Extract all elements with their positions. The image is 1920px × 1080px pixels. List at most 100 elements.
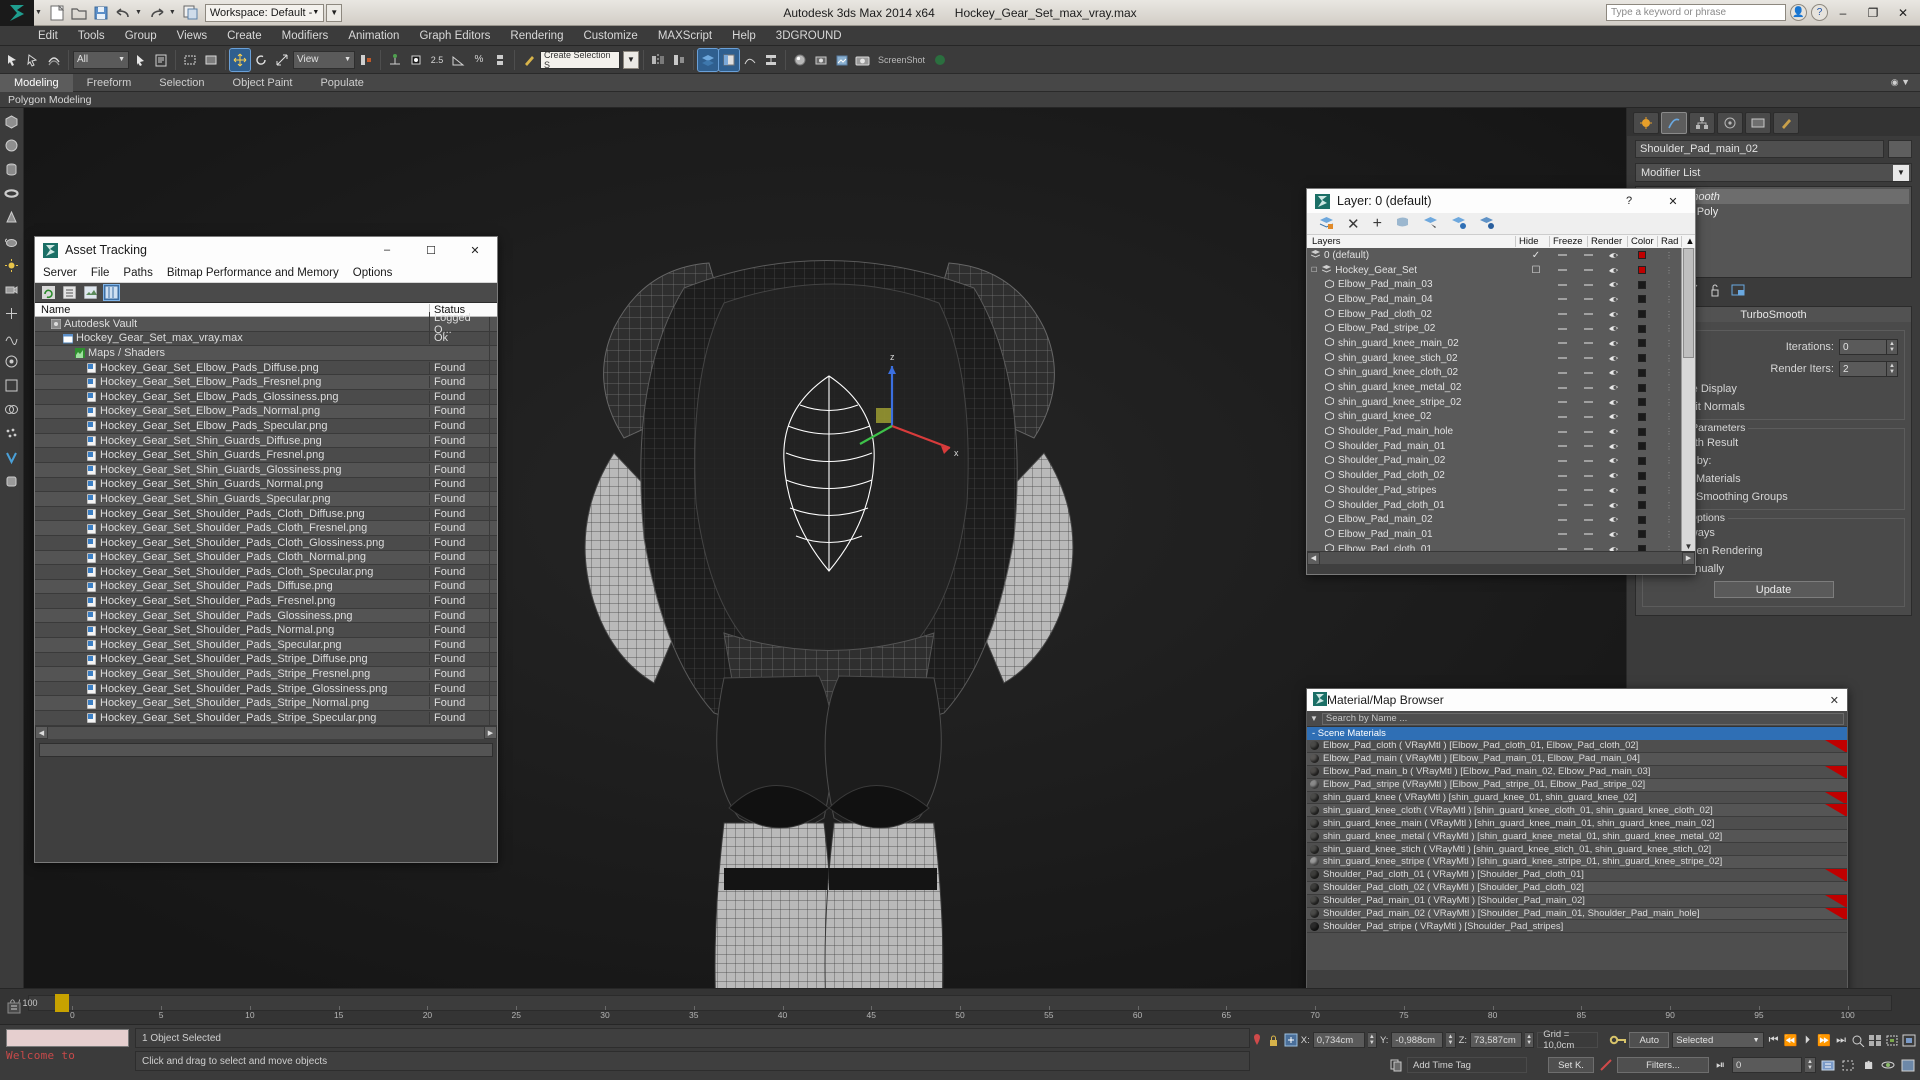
at-menu-paths[interactable]: Paths <box>123 267 152 279</box>
layer-freeze-cell[interactable] <box>1575 327 1601 330</box>
asset-tracking-window[interactable]: Asset Tracking – ☐ ✕ Server File Paths Bitm… <box>34 236 498 863</box>
y-coordinate-input[interactable]: -0,988cm <box>1391 1032 1444 1048</box>
use-pivot-center-icon[interactable] <box>356 49 376 71</box>
cylinder-primitive-icon[interactable] <box>3 160 21 178</box>
window-crossing-icon[interactable] <box>201 49 221 71</box>
layer-freeze-cell[interactable] <box>1575 430 1601 433</box>
go-to-end-icon[interactable]: ⏭ <box>1834 1032 1848 1048</box>
layer-color-cell[interactable] <box>1627 368 1657 377</box>
layer-hide-cell[interactable] <box>1549 415 1575 418</box>
asset-row[interactable]: Hockey_Gear_Set_Shoulder_Pads_Cloth_Norm… <box>35 550 497 566</box>
shapes-icon[interactable] <box>3 376 21 394</box>
add-time-tag-label[interactable]: Add Time Tag <box>1407 1057 1527 1073</box>
asset-tracking-close[interactable]: ✕ <box>453 237 497 263</box>
layer-row[interactable]: ☐ Hockey_Gear_Set ☐ ⋮ <box>1307 263 1681 278</box>
layer-color-swatch[interactable] <box>1638 515 1646 524</box>
layer-hide-cell[interactable] <box>1549 342 1575 345</box>
torus-primitive-icon[interactable] <box>3 184 21 202</box>
rendered-frame-window-icon[interactable] <box>832 49 852 71</box>
asset-row[interactable]: Hockey_Gear_Set_Shoulder_Pads_Stripe_Dif… <box>35 652 497 668</box>
layer-render-cell[interactable] <box>1601 280 1627 289</box>
schematic-view-icon[interactable] <box>761 49 781 71</box>
scene-explorer-icon[interactable] <box>718 47 740 72</box>
key-filters-button[interactable]: Filters... <box>1617 1057 1709 1073</box>
layer-color-swatch[interactable] <box>1638 310 1646 319</box>
layer-render-cell[interactable] <box>1601 310 1627 319</box>
layer-freeze-cell[interactable] <box>1575 504 1601 507</box>
asset-row[interactable]: Hockey_Gear_Set_Shoulder_Pads_Diffuse.pn… <box>35 579 497 595</box>
layer-color-cell[interactable] <box>1627 530 1657 539</box>
layer-render-cell[interactable] <box>1601 456 1627 465</box>
layer-color-cell[interactable] <box>1627 383 1657 392</box>
create-new-layer-icon[interactable] <box>1319 215 1334 232</box>
layer-radiosity-cell[interactable]: ⋮ <box>1657 501 1681 510</box>
layer-color-swatch[interactable] <box>1638 545 1646 551</box>
asset-tracking-minimize[interactable]: – <box>365 237 409 263</box>
asset-row[interactable]: Hockey_Gear_Set_Elbow_Pads_Glossiness.pn… <box>35 389 497 405</box>
layer-color-swatch[interactable] <box>1638 383 1646 392</box>
at-menu-server[interactable]: Server <box>43 267 77 279</box>
select-highlighted-icon[interactable] <box>1423 215 1438 232</box>
layer-radiosity-cell[interactable]: ⋮ <box>1657 339 1681 348</box>
menu-item-views[interactable]: Views <box>167 26 217 46</box>
layer-row[interactable]: Elbow_Pad_main_04 ⋮ <box>1307 292 1681 307</box>
asset-row[interactable]: Hockey_Gear_Set_Shoulder_Pads_Cloth_Spec… <box>35 565 497 580</box>
material-editor-icon[interactable] <box>790 49 810 71</box>
screenshot-icon[interactable] <box>853 49 873 71</box>
layer-radiosity-cell[interactable]: ⋮ <box>1657 324 1681 333</box>
layer-col-freeze[interactable]: Freeze <box>1549 236 1587 247</box>
ribbon-tab-object-paint[interactable]: Object Paint <box>219 74 307 92</box>
layer-radiosity-cell[interactable]: ⋮ <box>1657 398 1681 407</box>
tab-modify[interactable] <box>1661 112 1687 134</box>
thumbnail-view-icon[interactable] <box>83 285 98 300</box>
at-menu-bitmap-performance-and-memory[interactable]: Bitmap Performance and Memory <box>167 267 339 279</box>
layer-render-cell[interactable] <box>1601 383 1627 392</box>
layer-row[interactable]: Elbow_Pad_main_01 ⋮ <box>1307 527 1681 542</box>
at-menu-file[interactable]: File <box>91 267 110 279</box>
orbit-view-icon[interactable] <box>1879 1057 1896 1073</box>
layer-hide-cell[interactable] <box>1549 283 1575 286</box>
particles-icon[interactable] <box>3 424 21 442</box>
redo-icon[interactable] <box>146 2 168 24</box>
zoom-extents-all-icon[interactable] <box>1902 1032 1916 1048</box>
select-region-icon[interactable] <box>44 49 64 71</box>
configure-modifier-sets-icon[interactable] <box>1729 282 1747 298</box>
layer-freeze-cell[interactable] <box>1575 474 1601 477</box>
material-row[interactable]: shin_guard_knee ( VRayMtl ) [shin_guard_… <box>1307 791 1847 805</box>
asset-tracking-hscrollbar[interactable]: ◀ ▶ <box>35 725 497 740</box>
columns-view-icon[interactable] <box>103 284 120 301</box>
layer-hide-cell[interactable] <box>1549 533 1575 536</box>
layer-freeze-cell[interactable] <box>1575 386 1601 389</box>
menu-item-group[interactable]: Group <box>115 26 167 46</box>
layer-freeze-cell[interactable] <box>1575 533 1601 536</box>
asset-tracking-maximize[interactable]: ☐ <box>409 237 453 263</box>
layer-render-cell[interactable] <box>1601 295 1627 304</box>
layer-color-swatch[interactable] <box>1638 427 1646 436</box>
layer-color-cell[interactable] <box>1627 354 1657 363</box>
open-file-icon[interactable] <box>68 2 90 24</box>
x-spinner[interactable]: ▲ ▼ <box>1367 1032 1377 1048</box>
layer-row[interactable]: Elbow_Pad_stripe_02 ⋮ <box>1307 321 1681 336</box>
angle-snap-icon[interactable] <box>406 49 426 71</box>
layer-hide-cell[interactable] <box>1549 313 1575 316</box>
layer-row[interactable]: Elbow_Pad_cloth_02 ⋮ <box>1307 307 1681 322</box>
workspace-selector[interactable]: Workspace: Default - ▼ <box>204 3 325 22</box>
layer-vscrollbar[interactable]: ▼ <box>1681 248 1695 551</box>
layer-col-render[interactable]: Render <box>1587 236 1627 247</box>
layer-col-color[interactable]: Color <box>1627 236 1657 247</box>
material-row[interactable]: shin_guard_knee_main ( VRayMtl ) [shin_g… <box>1307 817 1847 831</box>
save-file-icon[interactable] <box>90 2 112 24</box>
select-and-move-icon[interactable] <box>229 47 251 72</box>
systems-icon[interactable] <box>3 352 21 370</box>
add-selection-icon[interactable]: + <box>1373 215 1382 233</box>
tab-utilities[interactable] <box>1773 112 1799 134</box>
select-by-name-tool-icon[interactable] <box>151 49 171 71</box>
layer-color-cell[interactable] <box>1627 456 1657 465</box>
layer-select-cell[interactable]: ☐ <box>1523 265 1549 276</box>
next-frame-icon[interactable]: ⏩ <box>1817 1032 1831 1048</box>
layer-render-cell[interactable] <box>1601 486 1627 495</box>
iterations-input[interactable]: 0 <box>1839 339 1887 355</box>
asset-row[interactable]: Hockey_Gear_Set_Shoulder_Pads_Stripe_Glo… <box>35 681 497 697</box>
material-row[interactable]: Shoulder_Pad_cloth_01 ( VRayMtl ) [Shoul… <box>1307 868 1847 882</box>
layer-render-cell[interactable] <box>1601 515 1627 524</box>
